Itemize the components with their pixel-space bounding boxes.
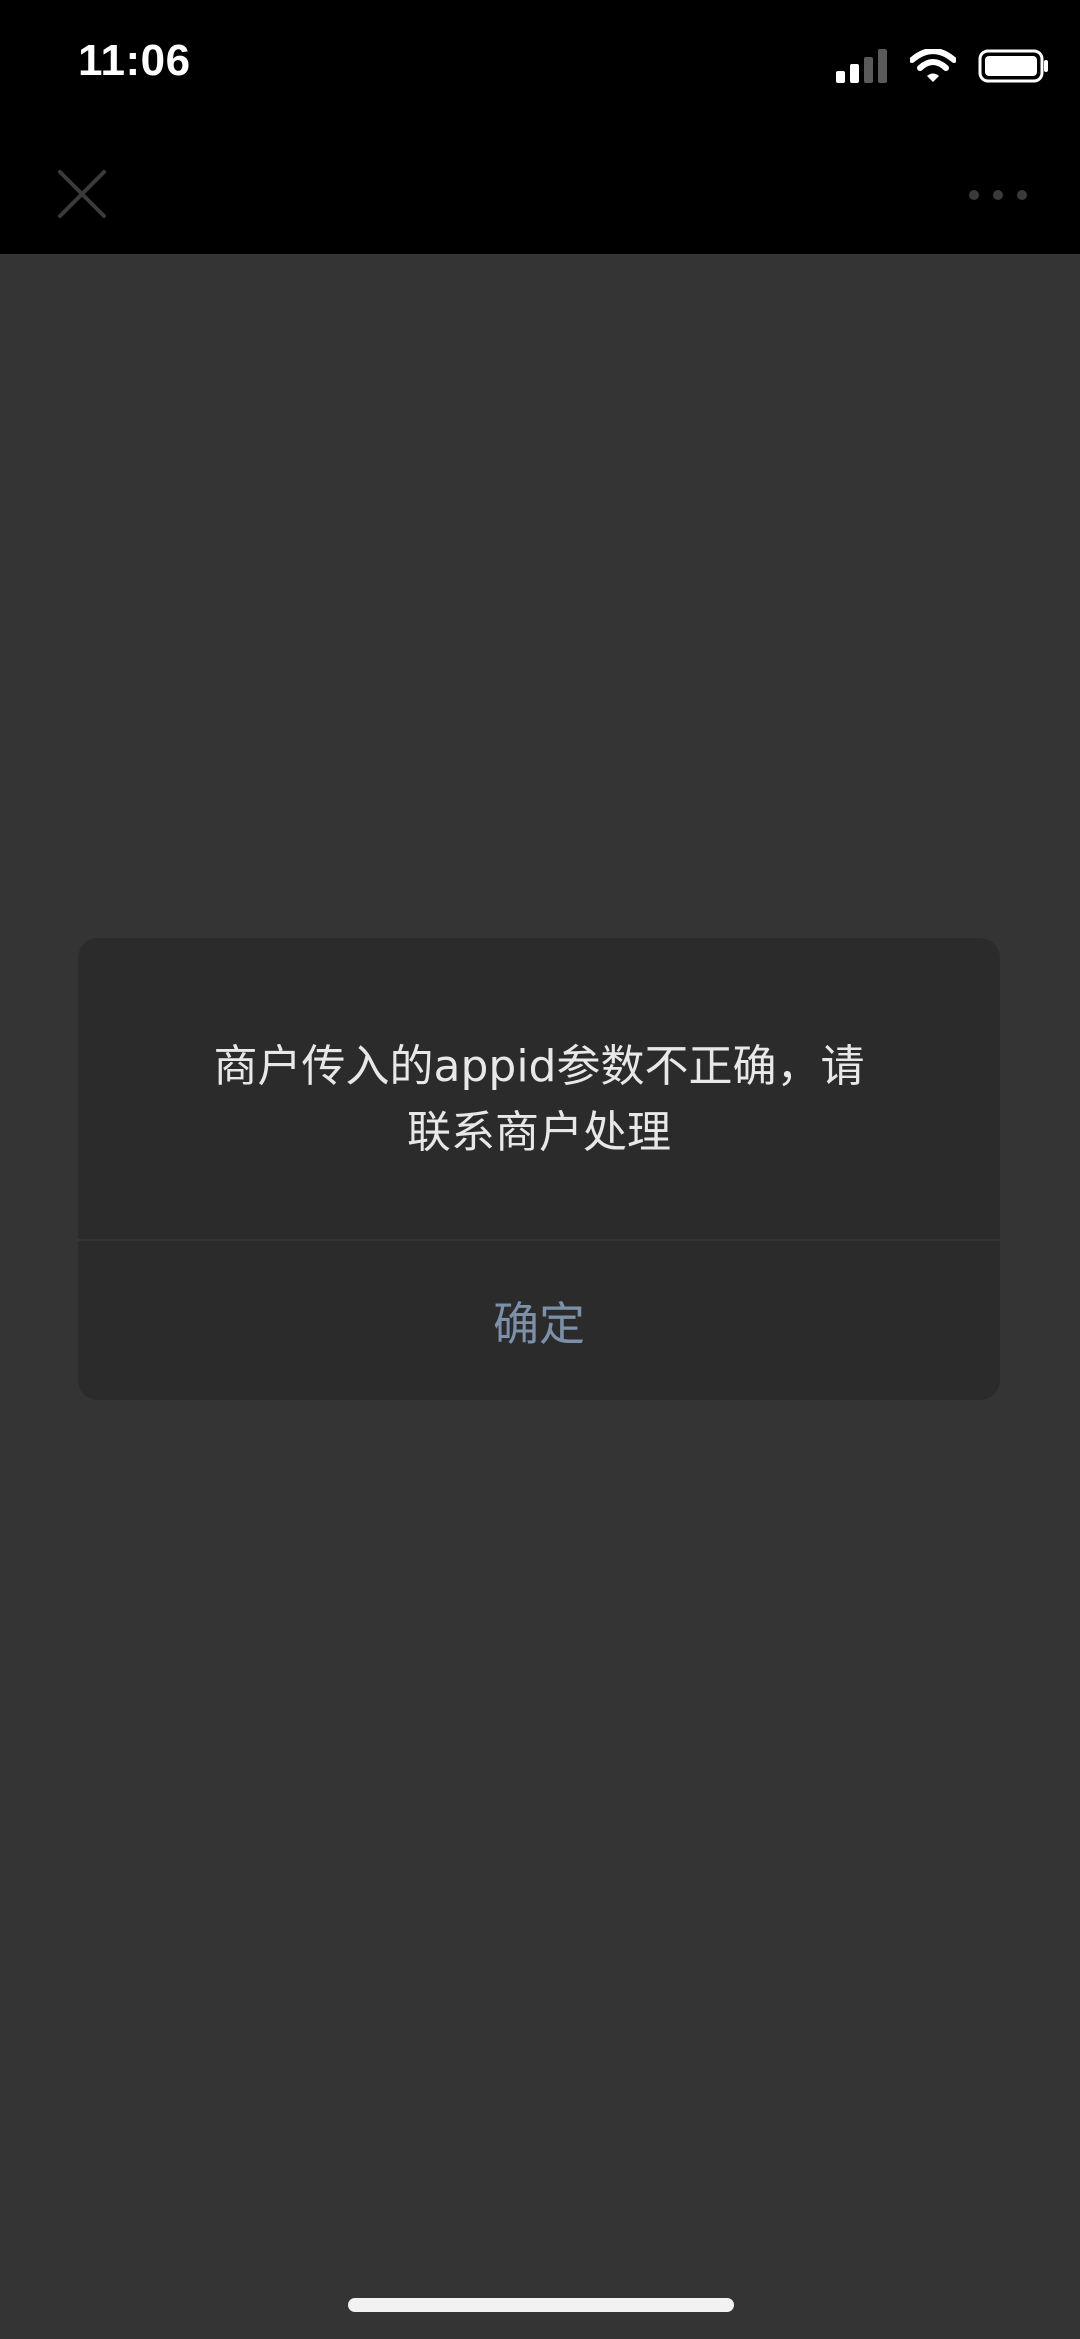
dialog-message-line-1: 商户传入的appid参数不正确，请 [213,1041,865,1092]
status-icons [836,46,1050,86]
home-indicator[interactable] [348,2298,734,2312]
screen: 11:06 商户传入的appid参数不正确，请 联系商户处理 确定 [0,0,1080,2339]
battery-icon [978,49,1048,83]
nav-bar [0,140,1080,254]
alert-dialog: 商户传入的appid参数不正确，请 联系商户处理 确定 [78,938,1000,1400]
confirm-button[interactable]: 确定 [78,1241,1000,1400]
more-icon[interactable] [966,180,1030,210]
wifi-icon [910,49,956,82]
close-icon[interactable] [54,166,110,222]
cellular-signal-icon [836,49,887,83]
dialog-message: 商户传入的appid参数不正确，请 联系商户处理 [138,1034,940,1166]
dialog-message-line-2: 联系商户处理 [407,1107,671,1158]
status-time: 11:06 [78,36,191,85]
status-bar: 11:06 [0,0,1080,140]
